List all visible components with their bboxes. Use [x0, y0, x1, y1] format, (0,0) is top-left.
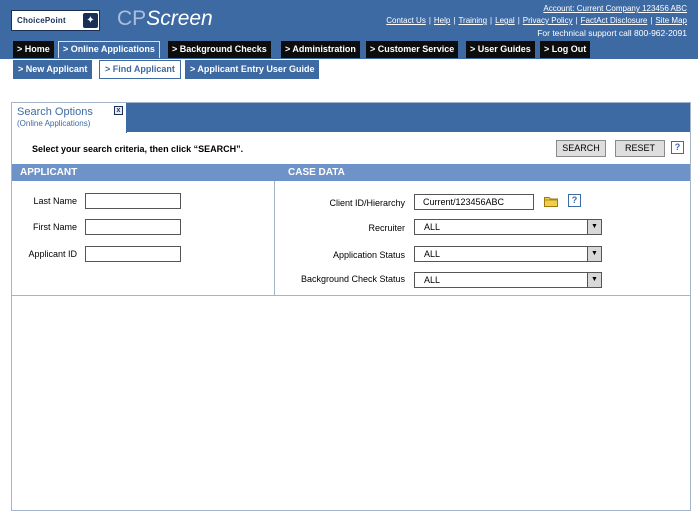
application-status-select[interactable]: ALL ▼	[414, 246, 602, 262]
subnav-applicant-entry-user-guide[interactable]: > Applicant Entry User Guide	[185, 60, 320, 79]
top-links: Contact Us | Help | Training | Legal | Privacy P…	[386, 16, 687, 25]
contact-us-link[interactable]: Contact Us	[386, 16, 426, 25]
nav-background-checks[interactable]: > Background Checks	[168, 41, 271, 58]
help-link[interactable]: Help	[434, 16, 450, 25]
link-separator: |	[490, 16, 493, 25]
client-id-input[interactable]: Current/123456ABC	[414, 194, 534, 210]
link-separator: |	[428, 16, 431, 25]
chevron-down-icon[interactable]: ▼	[587, 220, 601, 234]
training-link[interactable]: Training	[458, 16, 487, 25]
search-panel: Search Options (Online Applications) x S…	[11, 102, 691, 511]
last-name-label: Last Name	[33, 196, 77, 206]
panel-tab-subtitle: (Online Applications)	[17, 119, 91, 128]
account-link[interactable]: Account: Current Company 123456 ABC	[543, 4, 687, 13]
first-name-label: First Name	[32, 222, 77, 232]
section-header: APPLICANT CASE DATA	[12, 164, 690, 181]
application-status-value: ALL	[424, 249, 441, 259]
choicepoint-logo[interactable]: ChoicePoint ✦	[11, 10, 100, 31]
logo-mark-icon: ✦	[83, 13, 98, 28]
close-icon[interactable]: x	[114, 106, 123, 115]
nav-customer-service[interactable]: > Customer Service	[366, 41, 459, 58]
background-check-status-value: ALL	[424, 275, 441, 285]
link-separator: |	[650, 16, 653, 25]
chevron-down-icon[interactable]: ▼	[587, 247, 601, 261]
legal-link[interactable]: Legal	[495, 16, 515, 25]
search-options-tab[interactable]: Search Options (Online Applications) x	[12, 103, 127, 133]
background-check-status-label: Background Check Status	[300, 274, 405, 284]
subnav-find-applicant[interactable]: > Find Applicant	[99, 60, 181, 79]
background-check-status-select[interactable]: ALL ▼	[414, 272, 602, 288]
nav-user-guides[interactable]: > User Guides	[466, 41, 535, 58]
panel-tab-title: Search Options	[17, 106, 93, 118]
first-name-input[interactable]	[85, 219, 181, 235]
logo-text: ChoicePoint	[17, 16, 66, 25]
search-form: Last Name First Name Applicant ID Client…	[12, 181, 690, 296]
case-data-heading: CASE DATA	[288, 167, 345, 178]
subnav-new-applicant[interactable]: > New Applicant	[13, 60, 93, 79]
link-separator: |	[517, 16, 520, 25]
support-text: For technical support call 800-962-2091	[537, 28, 687, 38]
recruiter-label: Recruiter	[368, 223, 405, 233]
nav-home[interactable]: > Home	[13, 41, 54, 58]
link-separator: |	[453, 16, 456, 25]
nav-log-out[interactable]: > Log Out	[540, 41, 591, 58]
main-nav: > Home > Online Applications > Backgroun…	[0, 41, 698, 59]
recruiter-select[interactable]: ALL ▼	[414, 219, 602, 235]
nav-administration[interactable]: > Administration	[281, 41, 360, 58]
link-separator: |	[575, 16, 578, 25]
header-bar: ChoicePoint ✦ CPScreen Account: Current …	[0, 0, 698, 41]
brand-prefix: CP	[117, 7, 147, 30]
recruiter-value: ALL	[424, 222, 441, 232]
help-icon[interactable]: ?	[568, 194, 581, 207]
nav-online-applications[interactable]: > Online Applications	[58, 41, 160, 58]
application-status-label: Application Status	[332, 250, 405, 260]
applicant-heading: APPLICANT	[20, 167, 78, 178]
client-id-label: Client ID/Hierarchy	[329, 198, 405, 208]
factact-disclosure-link[interactable]: FactAct Disclosure	[581, 16, 648, 25]
instruction-row: Select your search criteria, then click …	[12, 133, 690, 164]
search-button[interactable]: SEARCH	[556, 140, 606, 157]
last-name-input[interactable]	[85, 193, 181, 209]
help-icon[interactable]: ?	[671, 141, 684, 154]
privacy-policy-link[interactable]: Privacy Policy	[523, 16, 573, 25]
column-divider	[274, 181, 275, 295]
applicant-id-input[interactable]	[85, 246, 181, 262]
results-area	[12, 297, 690, 510]
instruction-text: Select your search criteria, then click …	[32, 144, 244, 154]
reset-button[interactable]: RESET	[615, 140, 665, 157]
site-map-link[interactable]: Site Map	[655, 16, 687, 25]
folder-icon[interactable]	[544, 196, 558, 207]
chevron-down-icon[interactable]: ▼	[587, 273, 601, 287]
product-brand: CPScreen	[117, 7, 213, 31]
applicant-id-label: Applicant ID	[28, 249, 77, 259]
brand-suffix: Screen	[146, 7, 213, 30]
